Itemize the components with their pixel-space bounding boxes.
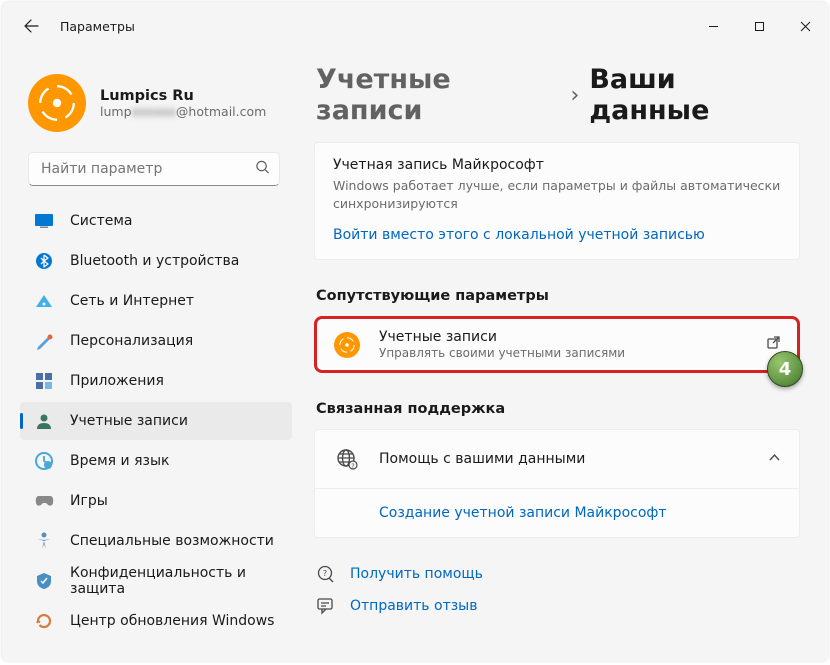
profile-block[interactable]: Lumpics Ru lumpxxxxxx@hotmail.com: [10, 60, 298, 146]
nav-apps[interactable]: Приложения: [20, 362, 292, 400]
titlebar: Параметры: [2, 2, 828, 50]
nav-windows-update[interactable]: Центр обновления Windows: [20, 602, 292, 640]
feedback-icon: [316, 596, 336, 616]
ms-account-title: Учетная запись Майкрософт: [333, 157, 781, 173]
accounts-row[interactable]: Учетные записи Управлять своими учетными…: [314, 316, 800, 373]
profile-name: Lumpics Ru: [100, 88, 266, 104]
profile-email: lumpxxxxxx@hotmail.com: [100, 104, 266, 119]
nav-bluetooth[interactable]: Bluetooth и устройства: [20, 242, 292, 280]
sidebar: Lumpics Ru lumpxxxxxx@hotmail.com Систем…: [2, 50, 304, 661]
maximize-icon: [754, 21, 765, 32]
avatar: [28, 74, 86, 132]
help-icon: ?: [316, 564, 336, 584]
nav-list: Система Bluetooth и устройства Сеть и Ин…: [10, 200, 298, 642]
avatar-icon: [333, 331, 361, 359]
accounts-row-desc: Управлять своими учетными записями: [379, 346, 766, 360]
window-title: Параметры: [60, 19, 135, 34]
feedback-link[interactable]: Отправить отзыв: [316, 596, 800, 616]
related-header: Сопутствующие параметры: [316, 288, 800, 304]
update-icon: [34, 611, 54, 631]
privacy-icon: [34, 571, 54, 591]
ms-account-desc: Windows работает лучше, если параметры и…: [333, 177, 781, 213]
breadcrumb: Учетные записи › Ваши данные: [314, 64, 800, 126]
breadcrumb-parent[interactable]: Учетные записи: [316, 64, 561, 126]
main-panel: Учетные записи › Ваши данные Учетная зап…: [304, 50, 828, 661]
accessibility-icon: [34, 531, 54, 551]
network-icon: [34, 291, 54, 311]
search-icon: [255, 160, 270, 179]
local-account-link[interactable]: Войти вместо этого с локальной учетной з…: [333, 227, 781, 243]
accounts-icon: [34, 411, 54, 431]
search-input[interactable]: [28, 152, 280, 186]
back-button[interactable]: [14, 9, 48, 43]
nav-system[interactable]: Система: [20, 202, 292, 240]
arrow-left-icon: [23, 18, 39, 34]
close-button[interactable]: [782, 2, 828, 50]
minimize-button[interactable]: [690, 2, 736, 50]
bluetooth-icon: [34, 251, 54, 271]
nav-gaming[interactable]: Игры: [20, 482, 292, 520]
step-badge: 4: [767, 351, 803, 387]
maximize-button[interactable]: [736, 2, 782, 50]
chevron-right-icon: ›: [571, 83, 580, 108]
support-sublink-row: Создание учетной записи Майкрософт: [314, 489, 800, 538]
svg-text:?: ?: [322, 569, 326, 578]
globe-icon: ?: [333, 445, 361, 473]
system-icon: [34, 211, 54, 231]
search-box: [28, 152, 280, 186]
support-row-title: Помощь с вашими данными: [379, 451, 768, 467]
support-row[interactable]: ? Помощь с вашими данными: [314, 429, 800, 489]
close-icon: [800, 21, 811, 32]
create-ms-account-link[interactable]: Создание учетной записи Майкрософт: [379, 505, 667, 521]
support-header: Связанная поддержка: [316, 401, 800, 417]
nav-personalization[interactable]: Персонализация: [20, 322, 292, 360]
nav-privacy[interactable]: Конфиденциальность и защита: [20, 562, 292, 600]
get-help-link[interactable]: ? Получить помощь: [316, 564, 800, 584]
ms-account-card: Учетная запись Майкрософт Windows работа…: [314, 142, 800, 260]
apps-icon: [34, 371, 54, 391]
time-icon: [34, 451, 54, 471]
personalization-icon: [34, 331, 54, 351]
gaming-icon: [34, 491, 54, 511]
nav-network[interactable]: Сеть и Интернет: [20, 282, 292, 320]
accounts-row-title: Учетные записи: [379, 329, 766, 345]
svg-text:?: ?: [351, 463, 354, 470]
minimize-icon: [708, 21, 719, 32]
nav-accounts[interactable]: Учетные записи: [20, 402, 292, 440]
nav-accessibility[interactable]: Специальные возможности: [20, 522, 292, 560]
page-title: Ваши данные: [589, 64, 800, 126]
chevron-up-icon: [768, 451, 781, 468]
nav-time-language[interactable]: Время и язык: [20, 442, 292, 480]
